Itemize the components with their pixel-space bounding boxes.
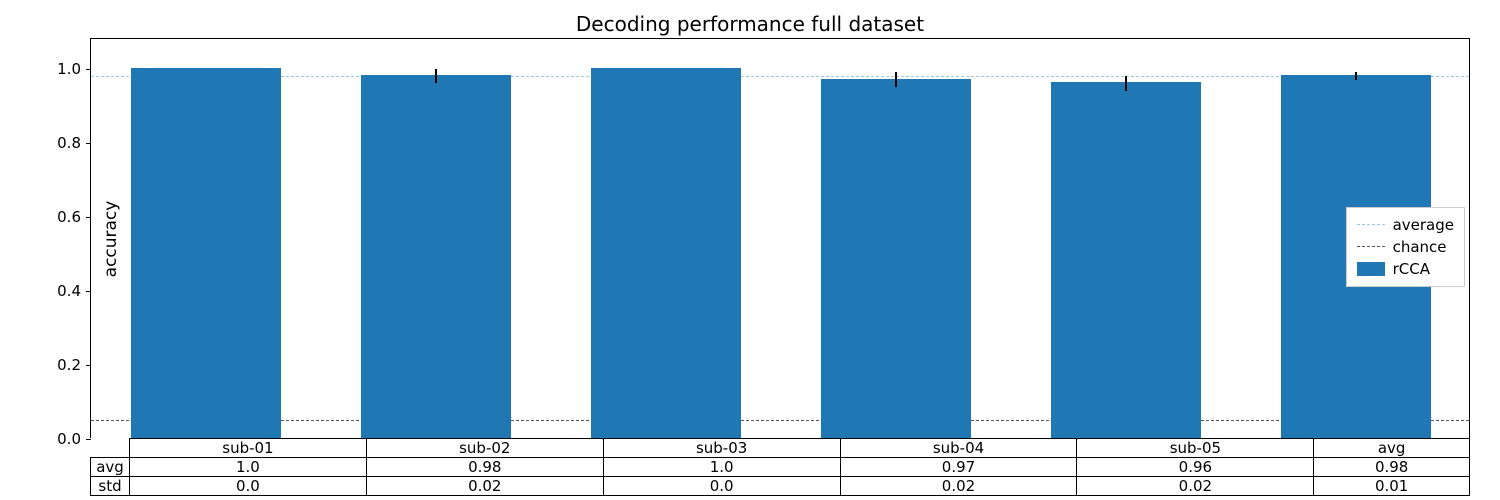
chart-title: Decoding performance full dataset [0, 12, 1500, 36]
table-header-cell: sub-02 [366, 439, 603, 458]
figure: Decoding performance full dataset accura… [0, 0, 1500, 500]
table-cell: 0.01 [1314, 477, 1470, 496]
legend-label: average [1393, 216, 1454, 234]
legend-label: rCCA [1393, 260, 1430, 278]
error-bar [1125, 76, 1127, 91]
bars-container [91, 39, 1469, 438]
table-cell: 1.0 [130, 458, 367, 477]
table-row: std0.00.020.00.020.020.01 [91, 477, 1470, 496]
bar [131, 68, 281, 438]
table-cell: 0.02 [840, 477, 1077, 496]
table-cell: 0.0 [130, 477, 367, 496]
plot-area: accuracy 0.00.20.40.60.81.0 average chan… [90, 38, 1470, 438]
y-tick-label: 1.0 [57, 60, 81, 78]
bar [1051, 82, 1201, 438]
error-bar [1355, 72, 1357, 79]
legend-item-average: average [1357, 214, 1454, 236]
legend-swatch-patch [1357, 262, 1385, 276]
table-cell: 0.97 [840, 458, 1077, 477]
legend-swatch-line [1357, 246, 1385, 247]
table-cell: 0.98 [1314, 458, 1470, 477]
error-bar [895, 72, 897, 87]
table-cell: 0.02 [366, 477, 603, 496]
error-bar [435, 69, 437, 84]
legend: average chance rCCA [1346, 207, 1465, 287]
table-header-cell: sub-01 [130, 439, 367, 458]
table-row: sub-01sub-02sub-03sub-04sub-05avg [91, 439, 1470, 458]
table-cell: 1.0 [603, 458, 840, 477]
table-row-header: avg [91, 458, 130, 477]
table-cell: 0.02 [1077, 477, 1314, 496]
y-tick-label: 0.2 [57, 356, 81, 374]
legend-swatch-line [1357, 224, 1385, 225]
legend-label: chance [1393, 238, 1447, 256]
table-header-cell: sub-03 [603, 439, 840, 458]
table-header-cell: sub-04 [840, 439, 1077, 458]
y-tick-label: 0.0 [57, 430, 81, 448]
y-tick-label: 0.8 [57, 134, 81, 152]
table-cell: 0.96 [1077, 458, 1314, 477]
y-tick-label: 0.4 [57, 282, 81, 300]
y-tick-label: 0.6 [57, 208, 81, 226]
bar [361, 75, 511, 438]
legend-item-chance: chance [1357, 236, 1454, 258]
legend-item-rcca: rCCA [1357, 258, 1454, 280]
bar [591, 68, 741, 438]
table-cell: 0.0 [603, 477, 840, 496]
table-cell: 0.98 [366, 458, 603, 477]
bar [821, 79, 971, 438]
table-row-header: std [91, 477, 130, 496]
data-table: sub-01sub-02sub-03sub-04sub-05avgavg1.00… [90, 438, 1470, 496]
table-corner [91, 439, 130, 458]
table-header-cell: sub-05 [1077, 439, 1314, 458]
table-header-cell: avg [1314, 439, 1470, 458]
table-row: avg1.00.981.00.970.960.98 [91, 458, 1470, 477]
